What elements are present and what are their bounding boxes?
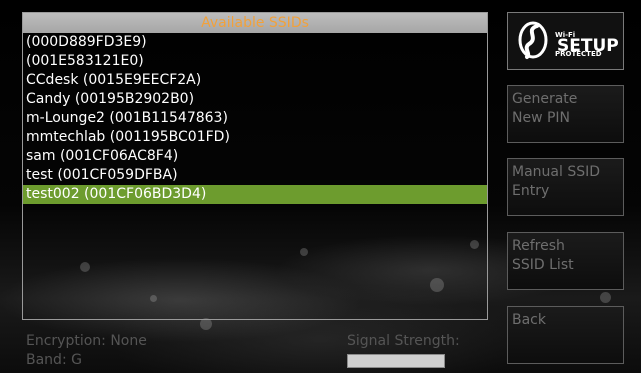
ssid-list-header: Available SSIDs — [23, 13, 487, 33]
bokeh-light — [600, 292, 611, 303]
signal-strength-label: Signal Strength: — [347, 333, 460, 349]
back-button[interactable]: Back — [507, 306, 624, 364]
ssid-list-item[interactable]: CCdesk (0015E9EECF2A) — [23, 71, 487, 90]
generate-pin-button[interactable]: Generate New PIN — [507, 85, 624, 143]
back-label: Back — [512, 312, 546, 328]
wps-setup-button[interactable]: Wi-Fi PROTECTED SETUP — [507, 12, 624, 70]
ssid-list-item[interactable]: Candy (00195B2902B0) — [23, 90, 487, 109]
manual-ssid-entry-button[interactable]: Manual SSID Entry — [507, 158, 624, 216]
ssid-list-item-selected[interactable]: test002 (001CF06BD3D4) — [23, 185, 487, 204]
ssid-list-item[interactable]: (001E583121E0) — [23, 52, 487, 71]
ssid-list-item[interactable]: m-Lounge2 (001B11547863) — [23, 109, 487, 128]
ssid-list-item[interactable]: test (001CF059DFBA) — [23, 166, 487, 185]
ssid-list-item[interactable]: (000D889FD3E9) — [23, 33, 487, 52]
manual-ssid-label-line2: Entry — [512, 183, 550, 199]
manual-ssid-label-line1: Manual SSID — [512, 164, 601, 180]
generate-pin-label-line1: Generate — [512, 91, 578, 107]
band-status: Band: G — [26, 352, 82, 368]
refresh-ssid-list-button[interactable]: Refresh SSID List — [507, 232, 624, 290]
ssid-list-panel: Available SSIDs (000D889FD3E9) (001E5831… — [22, 12, 488, 320]
wps-logo-icon — [518, 21, 548, 59]
ssid-list-item[interactable]: sam (001CF06AC8F4) — [23, 147, 487, 166]
ssid-list-item[interactable]: mmtechlab (001195BC01FD) — [23, 128, 487, 147]
refresh-label-line1: Refresh — [512, 238, 565, 254]
signal-strength-bar — [347, 354, 445, 368]
refresh-label-line2: SSID List — [512, 257, 574, 273]
wps-big-text: SETUP — [557, 36, 619, 56]
encryption-status: Encryption: None — [26, 333, 147, 349]
generate-pin-label-line2: New PIN — [512, 110, 571, 126]
ssid-list[interactable]: (000D889FD3E9) (001E583121E0) CCdesk (00… — [23, 33, 487, 204]
